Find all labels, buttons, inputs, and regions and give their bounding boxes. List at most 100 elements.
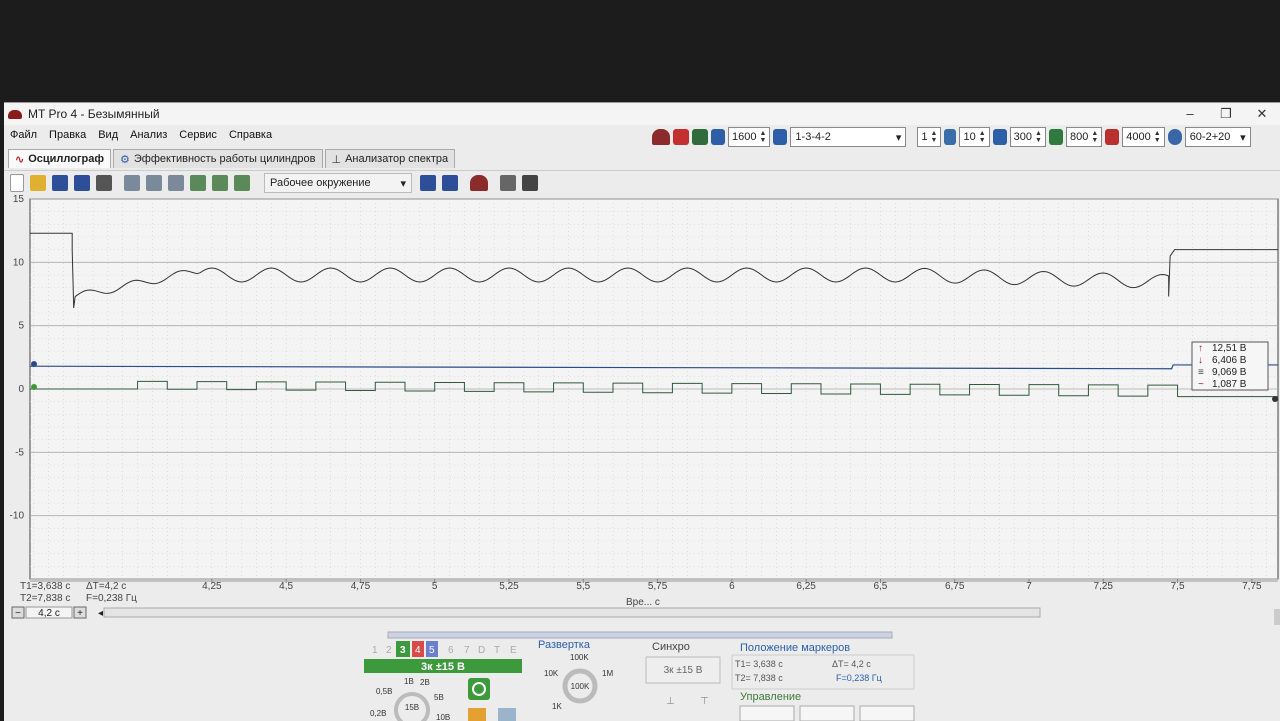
restore-icon[interactable]: ❐ [1208,103,1244,125]
cylinders-icon [773,129,788,145]
screenshot-button[interactable] [498,708,516,721]
horizontal-scrollbar[interactable] [103,607,1041,618]
gear-settings-icon[interactable] [692,129,708,145]
x-tick-label: 4,25 [202,581,222,592]
menu-edit[interactable]: Правка [49,129,86,141]
tab-cylinder-efficiency[interactable]: ⚙ Эффективность работы цилиндров [113,149,323,168]
rpm-field[interactable]: 1600 ▲ ▼ [728,127,771,147]
threshold-1-value: 300 [1013,131,1033,143]
oscilloscope-view[interactable]: 151050-5-10 4,25 4,5 4,75 5 5,25 5,5 5,75 6 6,25… [4,195,1280,685]
zoom-value: 4,2 с [38,608,60,619]
channel-3-button[interactable]: 3 [400,645,406,656]
title-bar: MT Pro 4 - Безымянный – ❐ ✕ [4,103,1280,125]
channel-e-button[interactable]: E [510,645,517,656]
marker-position-dt: ΔT= 4,2 с [832,659,871,669]
sweep-title: Развертка [538,639,591,651]
cylinder-value: 1 [921,131,928,143]
channel-config-3-icon[interactable] [168,175,184,191]
channel-d-button[interactable]: D [478,645,485,656]
record-icon[interactable] [673,129,689,145]
close-icon[interactable]: ✕ [1244,103,1280,125]
channel-config-5-icon[interactable] [212,175,228,191]
sweep-value: 100K [571,682,590,691]
spark-count-field[interactable]: 10 ▲ ▼ [959,127,990,147]
channel-1-button[interactable]: 1 [372,645,378,656]
play-button[interactable] [468,708,486,721]
control-noise-button[interactable] [859,705,915,721]
spin-arrows-icon[interactable]: ▲ ▼ [1154,130,1161,144]
plus-icon: + [77,608,83,619]
spin-arrows-icon[interactable]: ▲ ▼ [1091,130,1098,144]
spin-arrows-icon[interactable]: ▲ ▼ [931,130,938,144]
firing-order-select[interactable]: 1-3-4-2 ▾ [790,127,907,147]
threshold-3-field[interactable]: 4000 ▲ ▼ [1122,127,1165,147]
engine-icon[interactable] [652,129,670,145]
spin-arrows-icon[interactable]: ▲ ▼ [759,130,766,144]
channel-2-marker-icon[interactable] [31,361,37,367]
right-cursor-icon[interactable] [1272,396,1278,402]
gauge-green-icon [1048,129,1063,145]
channel-t-button[interactable]: T [494,645,500,656]
channel-config-2-icon[interactable] [146,175,162,191]
auto-button[interactable] [468,678,490,700]
volts-knob-value: 15В [405,703,419,712]
threshold-2-field[interactable]: 800 ▲ ▼ [1065,127,1103,147]
channel-6-button[interactable]: 6 [448,645,454,656]
sweep-label-1m: 1M [602,669,613,678]
control-sine-button[interactable] [739,705,795,721]
scroll-right-handle[interactable] [1274,609,1280,625]
volts-label-1: 1В [404,677,414,686]
tab-oscilloscope[interactable]: ∿ Осциллограф [8,149,112,168]
x-tick-label: 6,5 [873,581,887,592]
save-as-icon[interactable] [74,175,90,191]
channel-config-1-icon[interactable] [124,175,140,191]
environment-select[interactable]: Рабочее окружение ▾ [264,173,412,193]
undo-icon[interactable] [420,175,436,191]
control-wave-button[interactable] [799,705,855,721]
wheel-type-value: 60-2+20 [1189,131,1231,143]
save-icon[interactable] [52,175,68,191]
scroll-left-icon[interactable]: ◂ [98,608,103,619]
panel-collapse-bar[interactable] [387,631,893,639]
tab-spectrum-analyzer[interactable]: ⊥ Анализатор спектра [324,149,456,168]
sweep-label-1k: 1K [552,702,562,711]
menu-help[interactable]: Справка [229,129,272,141]
spark-count-value: 10 [963,131,976,143]
engine-toolbar-icon[interactable] [470,175,488,191]
channel-config-6-icon[interactable] [234,175,250,191]
channel-4-button[interactable]: 4 [415,645,421,656]
firing-order-value: 1-3-4-2 [795,131,831,143]
spin-arrows-icon[interactable]: ▲ ▼ [979,130,986,144]
threshold-2-value: 800 [1069,131,1089,143]
app-logo-icon [8,109,22,119]
channel-5-button[interactable]: 5 [429,645,435,656]
new-file-icon[interactable] [10,174,24,192]
export-icon[interactable] [500,175,516,191]
volts-label-05: 0,5В [376,687,392,696]
channel-range-label: 3к ±15 В [421,661,465,673]
wheel-type-select[interactable]: 60-2+20 ▾ [1184,127,1251,147]
channel-2-button[interactable]: 2 [386,645,392,656]
channel-config-4-icon[interactable] [190,175,206,191]
sync-rise-icon[interactable]: ⊥ [666,696,675,707]
cylinder-field[interactable]: 1 ▲ ▼ [917,127,942,147]
x-tick-label: 7,5 [1171,581,1185,592]
minimize-icon[interactable]: – [1172,103,1208,125]
minus-icon: − [15,608,21,619]
open-folder-icon[interactable] [30,175,46,191]
save-environment-icon[interactable] [442,175,458,191]
menu-analysis[interactable]: Анализ [130,129,167,141]
print-icon[interactable] [96,175,112,191]
spin-arrows-icon[interactable]: ▲ ▼ [1035,130,1042,144]
spectrum-icon: ⊥ [331,153,342,166]
sync-fall-icon[interactable]: ⊤ [700,696,709,707]
chevron-down-icon: ▾ [400,177,406,190]
menu-view[interactable]: Вид [98,129,118,141]
max-icon: ↑ [1198,343,1203,354]
grid-toggle-icon[interactable] [522,175,538,191]
menu-file[interactable]: Файл [10,129,37,141]
threshold-1-field[interactable]: 300 ▲ ▼ [1009,127,1046,147]
channel-3-marker-icon[interactable] [31,384,37,390]
channel-7-button[interactable]: 7 [464,645,470,656]
menu-service[interactable]: Сервис [179,129,217,141]
